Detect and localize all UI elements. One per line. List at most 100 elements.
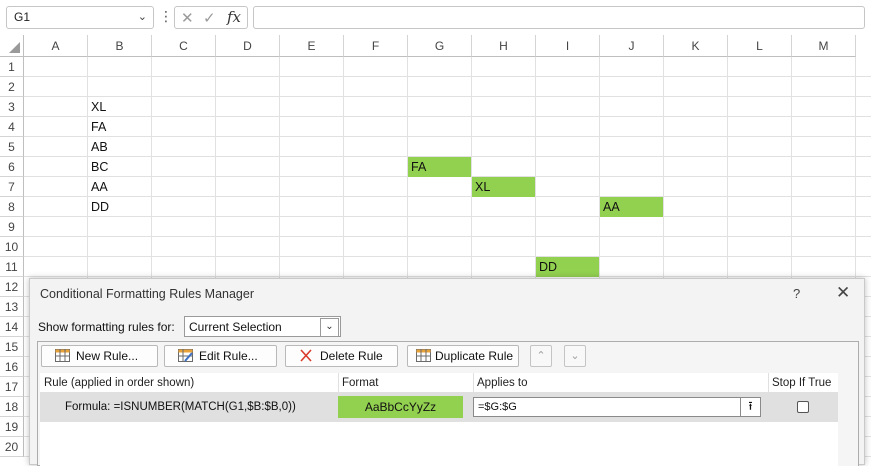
row-header[interactable]: 17 [0,377,24,397]
row-header[interactable]: 5 [0,137,24,157]
delete-rule-button[interactable]: Delete Rule [285,345,398,367]
edit-rule-label: Edit Rule... [199,349,258,363]
cell-g6[interactable]: FA [408,157,471,177]
format-preview: AaBbCcYyZz [338,396,463,418]
row-header[interactable]: 18 [0,397,24,417]
cancel-icon[interactable]: ✕ [181,9,194,27]
row-header[interactable]: 11 [0,257,24,277]
header-divider [338,373,339,393]
row-header[interactable]: 8 [0,197,24,217]
gridline [24,76,871,77]
show-rules-label: Show formatting rules for: [38,320,175,334]
cell-b4[interactable]: FA [88,117,151,137]
gridline [24,276,871,277]
applies-to-column-header: Applies to [473,373,768,393]
row-header[interactable]: 2 [0,77,24,97]
gridline [24,136,871,137]
cell-b8[interactable]: DD [88,197,151,217]
row-header[interactable]: 9 [0,217,24,237]
name-box[interactable]: G1 ⌄ [6,6,154,29]
row-header[interactable]: 10 [0,237,24,257]
more-options-icon[interactable]: ⋮ [159,8,173,26]
column-header[interactable]: B [88,35,152,57]
column-header[interactable]: K [664,35,728,57]
edit-rule-icon [178,349,193,362]
delete-x-icon [300,349,312,362]
rules-pane: New Rule... Edit Rule... Delete Rule Dup… [37,341,859,466]
formula-buttons: ✕ ✓ fx [174,6,248,29]
row-header[interactable]: 16 [0,357,24,377]
chevron-down-icon[interactable]: ⌄ [138,10,147,23]
move-down-icon[interactable]: ⌄ [564,345,586,367]
row-header[interactable]: 13 [0,297,24,317]
gridline [24,116,871,117]
cell-b7[interactable]: AA [88,177,151,197]
column-header[interactable]: M [792,35,856,57]
chevron-down-icon[interactable]: ⌄ [320,318,339,337]
formula-input[interactable] [253,6,865,29]
conditional-formatting-dialog: Conditional Formatting Rules Manager ? ✕… [29,278,865,466]
column-header[interactable]: C [152,35,216,57]
select-all-triangle-icon [9,42,20,53]
stop-if-true-checkbox[interactable] [797,401,809,413]
cell-b5[interactable]: AB [88,137,151,157]
move-up-icon[interactable]: ⌃ [530,345,552,367]
column-header[interactable]: H [472,35,536,57]
column-header[interactable]: F [344,35,408,57]
column-header[interactable]: A [24,35,88,57]
duplicate-rule-icon [416,349,431,362]
gridline [24,236,871,237]
row-header[interactable]: 7 [0,177,24,197]
new-rule-icon [55,349,70,362]
column-header[interactable]: G [408,35,472,57]
stop-if-true-column-header: Stop If True [768,373,838,393]
gridline [24,216,871,217]
column-header[interactable]: L [728,35,792,57]
insert-function-icon[interactable]: fx [227,8,241,26]
new-rule-button[interactable]: New Rule... [41,345,158,367]
cell-b3[interactable]: XL [88,97,151,117]
applies-to-value: =$G:$G [478,401,517,413]
show-rules-select[interactable]: Current Selection ⌄ [184,316,341,337]
select-all-corner[interactable] [0,35,24,57]
cell-b6[interactable]: BC [88,157,151,177]
enter-icon[interactable]: ✓ [203,9,216,27]
row-header[interactable]: 19 [0,417,24,437]
duplicate-rule-label: Duplicate Rule [435,349,514,363]
edit-rule-button[interactable]: Edit Rule... [164,345,277,367]
row-header[interactable]: 1 [0,57,24,77]
collapse-dialog-icon[interactable]: ⭱ [740,398,760,416]
row-header[interactable]: 3 [0,97,24,117]
new-rule-label: New Rule... [76,349,139,363]
gridline [24,256,871,257]
header-divider [473,373,474,393]
formula-bar: G1 ⌄ ⋮ ✕ ✓ fx [0,0,871,35]
help-icon[interactable]: ? [793,286,800,301]
show-rules-value: Current Selection [189,320,282,334]
row-header[interactable]: 20 [0,437,24,457]
applies-to-input[interactable]: =$G:$G [473,397,761,417]
column-header[interactable]: I [536,35,600,57]
cell-i11[interactable]: DD [536,257,599,277]
duplicate-rule-button[interactable]: Duplicate Rule [407,345,519,367]
column-header[interactable]: J [600,35,664,57]
close-icon[interactable]: ✕ [836,283,850,303]
column-header[interactable]: D [216,35,280,57]
column-header[interactable]: E [280,35,344,57]
rules-scrollbar[interactable] [838,373,858,466]
row-header[interactable]: 12 [0,277,24,297]
row-header[interactable]: 14 [0,317,24,337]
gridline [24,96,871,97]
name-box-value: G1 [14,10,31,24]
dialog-title: Conditional Formatting Rules Manager [40,287,254,301]
row-header[interactable]: 6 [0,157,24,177]
row-header[interactable]: 4 [0,117,24,137]
row-header[interactable]: 15 [0,337,24,357]
format-column-header: Format [338,373,473,393]
show-rules-label-text: Show formatting rules for: [38,320,175,334]
rule-row[interactable]: Formula: =ISNUMBER(MATCH(G1,$B:$B,0)) Aa… [40,393,838,422]
rules-table: Rule (applied in order shown) Format App… [40,373,838,466]
cell-h7[interactable]: XL [472,177,535,197]
header-divider [768,373,769,393]
cell-j8[interactable]: AA [600,197,663,217]
